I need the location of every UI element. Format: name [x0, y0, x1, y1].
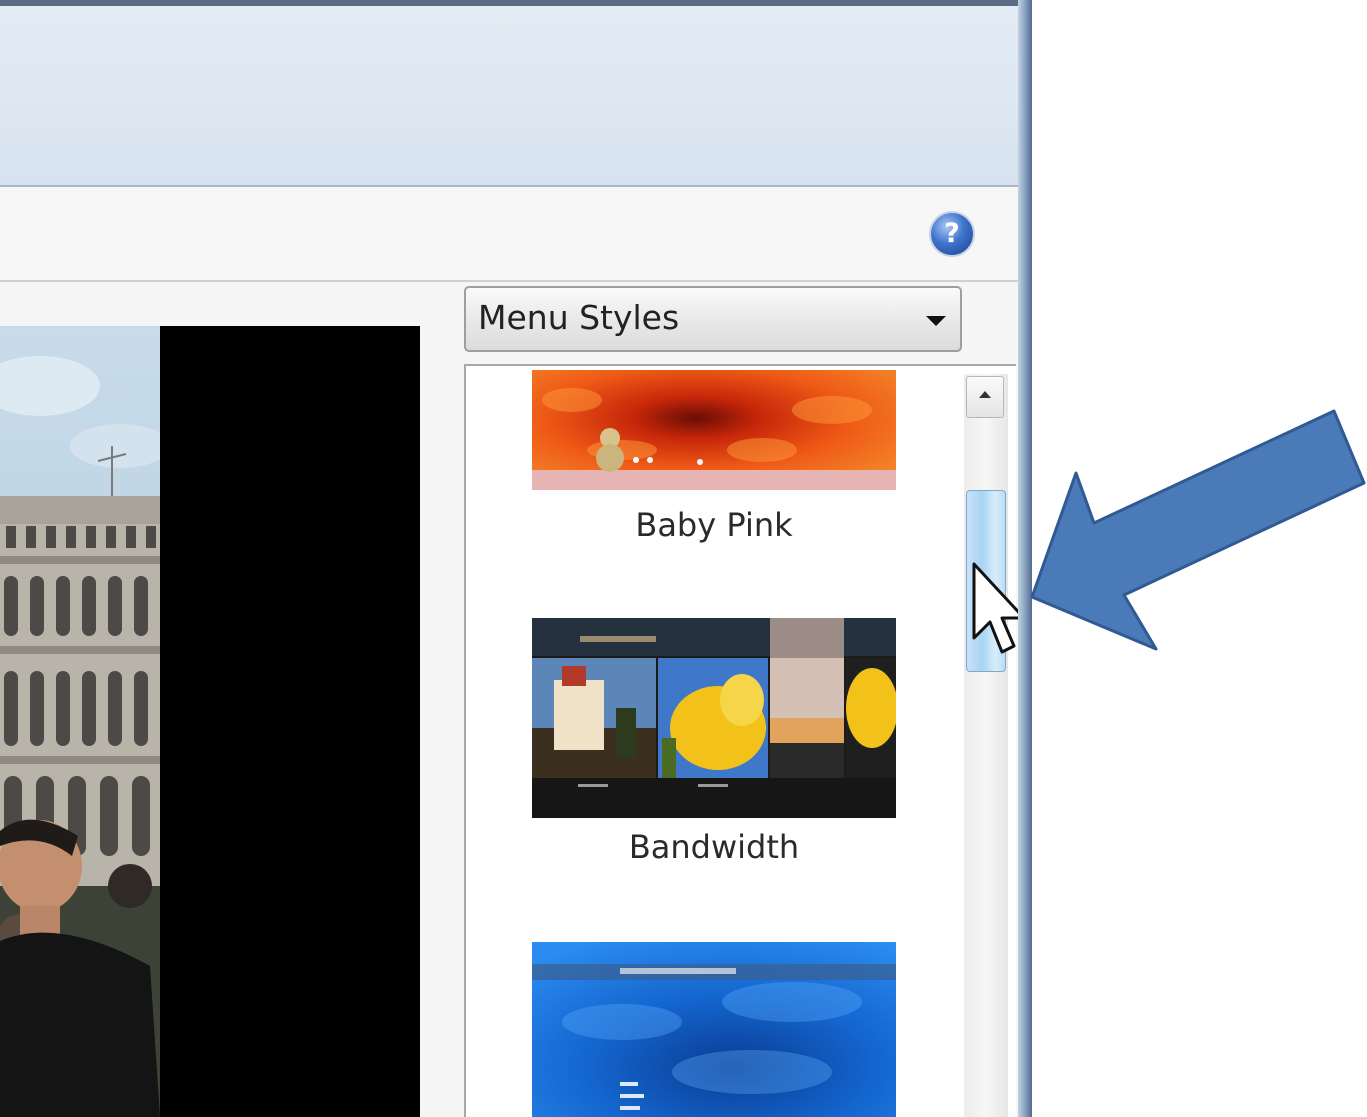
style-thumbnail [532, 942, 896, 1117]
menu-style-list: Baby Pink Bandwidth [464, 364, 1016, 1117]
menu-styles-dropdown[interactable]: Menu Styles [464, 286, 962, 352]
toolbar [0, 187, 1018, 282]
app-window: ? Menu Styles Baby Pink Bandwidth [0, 0, 1032, 1117]
style-thumbnail [532, 370, 896, 490]
list-item-bandwidth[interactable]: Bandwidth [532, 618, 896, 888]
blue-thumbnail-image [532, 942, 896, 1117]
scroll-up-button[interactable] [966, 376, 1004, 418]
preview-photo-image [0, 326, 160, 1117]
baby-pink-thumbnail-image [532, 370, 896, 490]
help-button[interactable]: ? [929, 211, 975, 257]
chevron-up-icon [979, 391, 991, 398]
preview-photo [0, 326, 160, 1117]
chevron-down-icon [926, 316, 946, 326]
help-icon: ? [944, 218, 960, 249]
window-top-edge [0, 0, 1032, 6]
style-label: Baby Pink [635, 506, 793, 544]
list-item-baby-pink[interactable]: Baby Pink [532, 370, 896, 560]
style-label: Bandwidth [628, 828, 800, 866]
annotation-arrow-icon [1030, 409, 1366, 651]
list-item-blue-style[interactable] [532, 942, 896, 1117]
menu-preview [0, 326, 420, 1117]
dropdown-selected-value: Menu Styles [478, 298, 680, 337]
title-bar [0, 0, 1018, 187]
style-thumbnail [532, 618, 896, 818]
bandwidth-thumbnail-image [532, 618, 896, 818]
vertical-scrollbar[interactable] [964, 374, 1008, 1117]
